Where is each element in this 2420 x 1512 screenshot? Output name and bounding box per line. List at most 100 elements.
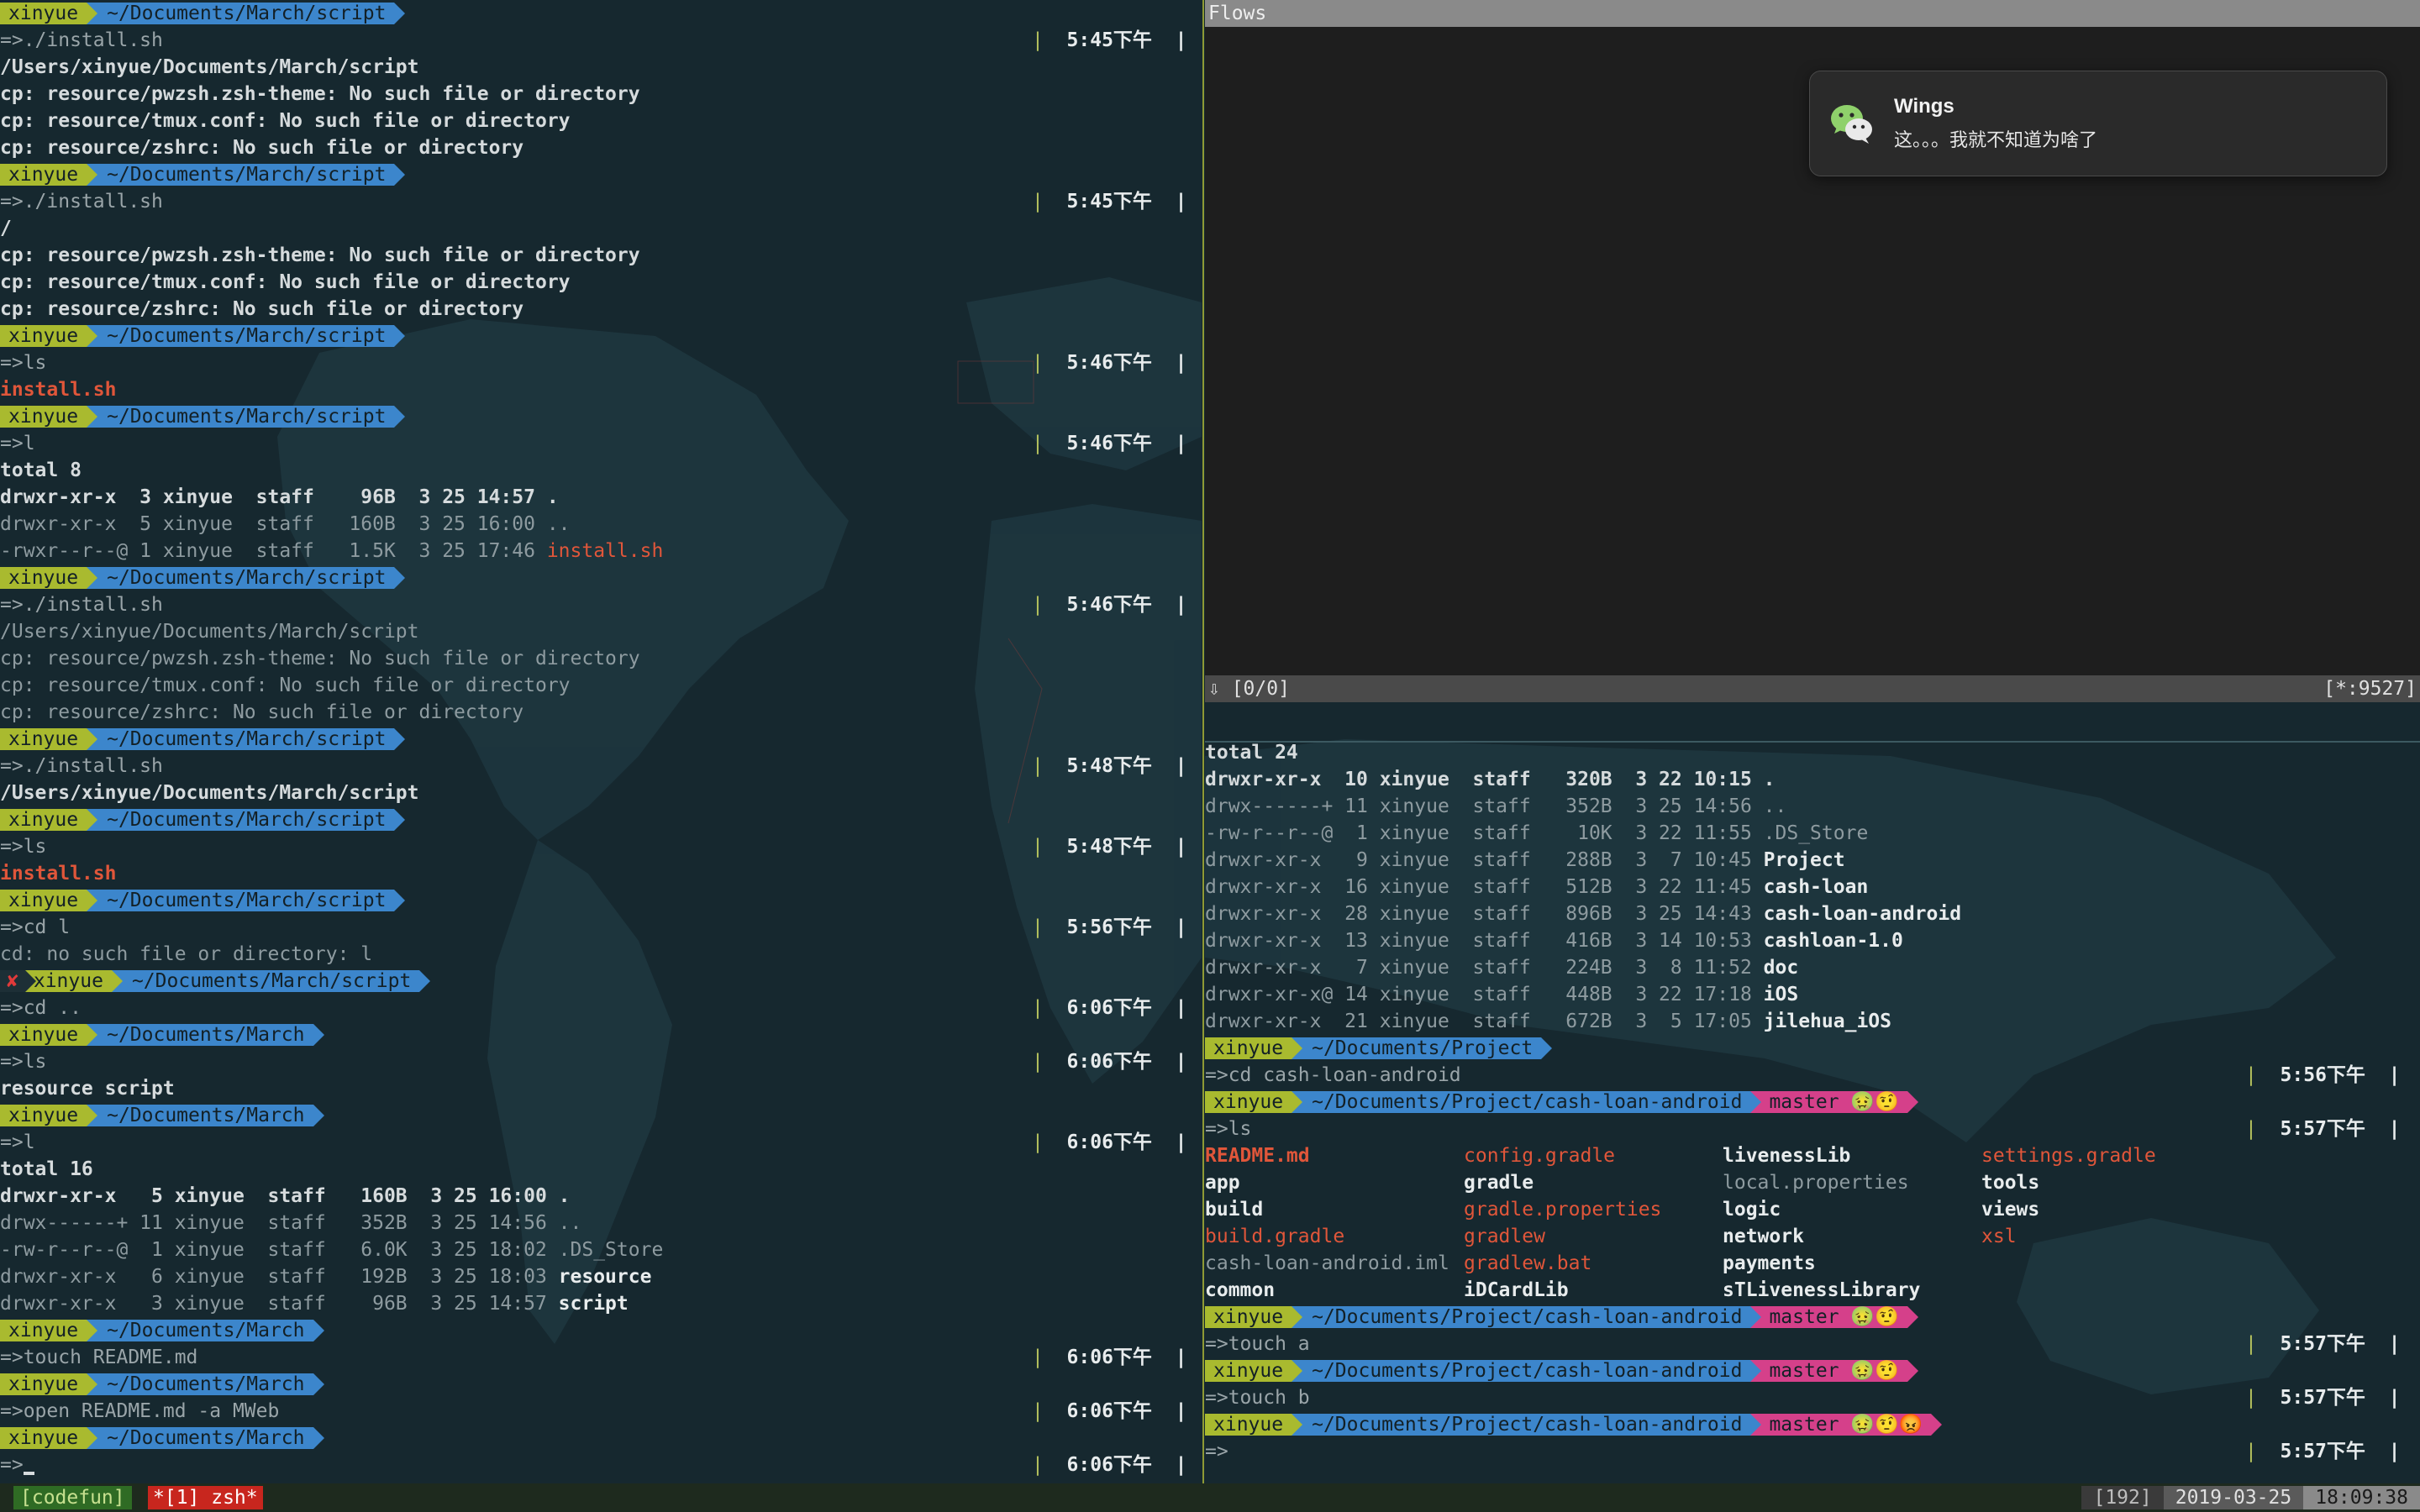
prompt-git-branch-segment: master 🤢🤨 xyxy=(1750,1360,1918,1382)
ls-grid-entry: payments xyxy=(1723,1252,1816,1274)
prompt-path-segment: ~/Documents/March/script xyxy=(87,406,406,428)
prompt-user-segment: xinyue xyxy=(1205,1360,1303,1382)
terminal-pane-right[interactable]: total 24 drwxr-xr-x 10 xinyue staff 320B … xyxy=(1205,739,2420,1483)
prompt-timestamp: | 5:56下午 | xyxy=(2245,1064,2401,1086)
prompt-timestamp: | 6:06下午 | xyxy=(1032,1347,1187,1368)
command-line: =>cd .. | 6:06下午 | xyxy=(0,995,1202,1021)
prompt-path-segment: ~/Documents/March/script xyxy=(87,890,406,911)
command-line: =>touch README.md | 6:06下午 | xyxy=(0,1344,1202,1371)
flows-status-count: ⇩ [0/0] xyxy=(1208,678,1290,700)
ls-grid-row: common iDCardLib sTLivenessLibrary xyxy=(1205,1277,2420,1304)
prompt-path-segment: ~/Documents/March/script xyxy=(87,164,406,186)
output-line: cp: resource/pwzsh.zsh-theme: No such fi… xyxy=(0,244,640,266)
prompt-time: 5:57下午 xyxy=(2280,1118,2365,1140)
listing-attrs: drwxr-xr-x 7 xinyue staff 224B 3 8 11:52 xyxy=(1205,957,1764,979)
prompt-path-segment: ~/Documents/March/script xyxy=(87,567,406,589)
pane-divider-horizontal[interactable] xyxy=(1205,741,2420,743)
output-line: /Users/xinyue/Documents/March/script xyxy=(0,782,419,804)
prompt-line: xinyue ~/Documents/March/script xyxy=(0,0,1202,27)
command-line: =>./install.sh | 5:45下午 | xyxy=(0,27,1202,54)
prompt-timestamp: | 6:06下午 | xyxy=(1032,1400,1187,1422)
prompt-path-segment: ~/Documents/March xyxy=(87,1320,324,1341)
command-text: => xyxy=(1205,1441,1228,1462)
listing-attrs: drwxr-xr-x@ 14 xinyue staff 448B 3 22 17… xyxy=(1205,984,1764,1005)
output-line: -rw-r--r--@ 1 xinyue staff 6.0K 3 25 18:… xyxy=(0,1239,664,1261)
output-line: total 24 xyxy=(1205,742,1298,764)
tmux-date: 2019-03-25 xyxy=(2163,1486,2304,1509)
output-line: cp: resource/pwzsh.zsh-theme: No such fi… xyxy=(0,648,640,669)
prompt-line: xinyue ~/Documents/Project xyxy=(1205,1035,2420,1062)
prompt-user-segment: xinyue xyxy=(0,406,98,428)
prompt-user-segment: xinyue xyxy=(0,1320,98,1341)
ls-grid-entry: app xyxy=(1205,1172,1240,1194)
prompt-time: 5:45下午 xyxy=(1066,29,1152,51)
command-text: =>ls xyxy=(0,1051,47,1073)
listing-row: drwxr-xr-x 13 xinyue staff 416B 3 14 10:… xyxy=(1205,927,2420,954)
ls-grid-entry: iDCardLib xyxy=(1464,1279,1569,1301)
tmux-window-tab[interactable]: *[1] zsh* xyxy=(148,1486,263,1509)
terminal-pane-left[interactable]: xinyue ~/Documents/March/script =>./instal… xyxy=(0,0,1202,1483)
command-line: =>l | 5:46下午 | xyxy=(0,430,1202,457)
listing-filename: cash-loan xyxy=(1763,876,1869,898)
prompt-timestamp: | 6:06下午 | xyxy=(1032,1454,1187,1476)
prompt-time: 5:45下午 xyxy=(1066,191,1152,213)
tmux-session-name[interactable]: [codefun] xyxy=(13,1486,132,1509)
prompt-user-segment: xinyue xyxy=(0,1105,98,1126)
prompt-timestamp: | 5:45下午 | xyxy=(1032,191,1187,213)
prompt-timestamp: | 5:56下午 | xyxy=(1032,916,1187,938)
prompt-timestamp: | 5:48下午 | xyxy=(1032,755,1187,777)
pane-divider-vertical[interactable] xyxy=(1202,0,1204,1483)
listing-filename: iOS xyxy=(1763,984,1799,1005)
prompt-path-segment: ~/Documents/March xyxy=(87,1373,324,1395)
prompt-git-branch-segment: master 🤢🤨 xyxy=(1750,1306,1918,1328)
prompt-line: xinyue ~/Documents/Project/cash-loan-andr… xyxy=(1205,1357,2420,1384)
command-text: =>cd cash-loan-android xyxy=(1205,1064,1461,1086)
prompt-timestamp: | 5:46下午 | xyxy=(1032,433,1187,454)
listing-row: drwxr-xr-x 16 xinyue staff 512B 3 22 11:… xyxy=(1205,874,2420,900)
listing-attrs: drwxr-xr-x 21 xinyue staff 672B 3 5 17:0… xyxy=(1205,1011,1764,1032)
ls-grid-entry: gradle xyxy=(1464,1172,1534,1194)
command-line: =>ls | 5:48下午 | xyxy=(0,833,1202,860)
prompt-path-segment: ~/Documents/March xyxy=(87,1024,324,1046)
listing-row: drwxr-xr-x 28 xinyue staff 896B 3 25 14:… xyxy=(1205,900,2420,927)
ls-grid-entry: cash-loan-android.iml xyxy=(1205,1252,1449,1274)
ls-grid-entry: local.properties xyxy=(1723,1172,1909,1194)
prompt-time: 6:06下午 xyxy=(1066,997,1152,1019)
listing-attrs: drwxr-xr-x 9 xinyue staff 288B 3 7 10:45 xyxy=(1205,849,1764,871)
prompt-path-segment: ~/Documents/March/script xyxy=(87,325,406,347)
prompt-line: ✘ xinyue ~/Documents/March/script xyxy=(0,968,1202,995)
listing-attrs: drwxr-xr-x 28 xinyue staff 896B 3 25 14:… xyxy=(1205,903,1764,925)
output-line: /Users/xinyue/Documents/March/script xyxy=(0,56,419,78)
output-line: cp: resource/tmux.conf: No such file or … xyxy=(0,110,571,132)
output-line: install.sh xyxy=(0,863,117,885)
prompt-user-segment: xinyue xyxy=(0,1024,98,1046)
notification-banner[interactable]: Wings 这。。。我就不知道为啥了 xyxy=(1809,71,2387,176)
command-line: => | 5:57下午 | xyxy=(1205,1438,2420,1465)
command-line: =>l | 6:06下午 | xyxy=(0,1129,1202,1156)
ls-grid-entry: common xyxy=(1205,1279,1276,1301)
prompt-path-segment: ~/Documents/March/script xyxy=(87,728,406,750)
command-text: =>l xyxy=(0,1131,35,1153)
prompt-line: xinyue ~/Documents/March/script xyxy=(0,403,1202,430)
command-text: =>./install.sh xyxy=(0,29,163,51)
prompt-line: xinyue ~/Documents/March/script xyxy=(0,887,1202,914)
prompt-time: 5:56下午 xyxy=(2280,1064,2365,1086)
command-text: =>touch README.md xyxy=(0,1347,198,1368)
output-line: cp: resource/pwzsh.zsh-theme: No such fi… xyxy=(0,83,640,105)
command-line: =>./install.sh | 5:48下午 | xyxy=(0,753,1202,780)
prompt-line: xinyue ~/Documents/March xyxy=(0,1371,1202,1398)
prompt-time: 5:57下午 xyxy=(2280,1333,2365,1355)
command-text: =>ls xyxy=(0,836,47,858)
output-line: cp: resource/tmux.conf: No such file or … xyxy=(0,675,571,696)
ls-grid-entry: logic xyxy=(1723,1199,1781,1221)
output-line: total 16 xyxy=(0,1158,93,1180)
output-line: cp: resource/zshrc: No such file or dire… xyxy=(0,137,524,159)
ls-grid-row: app gradle local.properties tools xyxy=(1205,1169,2420,1196)
ls-grid-entry: gradlew xyxy=(1464,1226,1545,1247)
prompt-user-segment: xinyue xyxy=(0,1427,98,1449)
listing-filename: jilehua_iOS xyxy=(1763,1011,1891,1032)
command-line: =>touch b | 5:57下午 | xyxy=(1205,1384,2420,1411)
prompt-timestamp: | 5:48下午 | xyxy=(1032,836,1187,858)
command-line: =>ls | 5:46下午 | xyxy=(0,349,1202,376)
command-text: =>touch b xyxy=(1205,1387,1310,1409)
